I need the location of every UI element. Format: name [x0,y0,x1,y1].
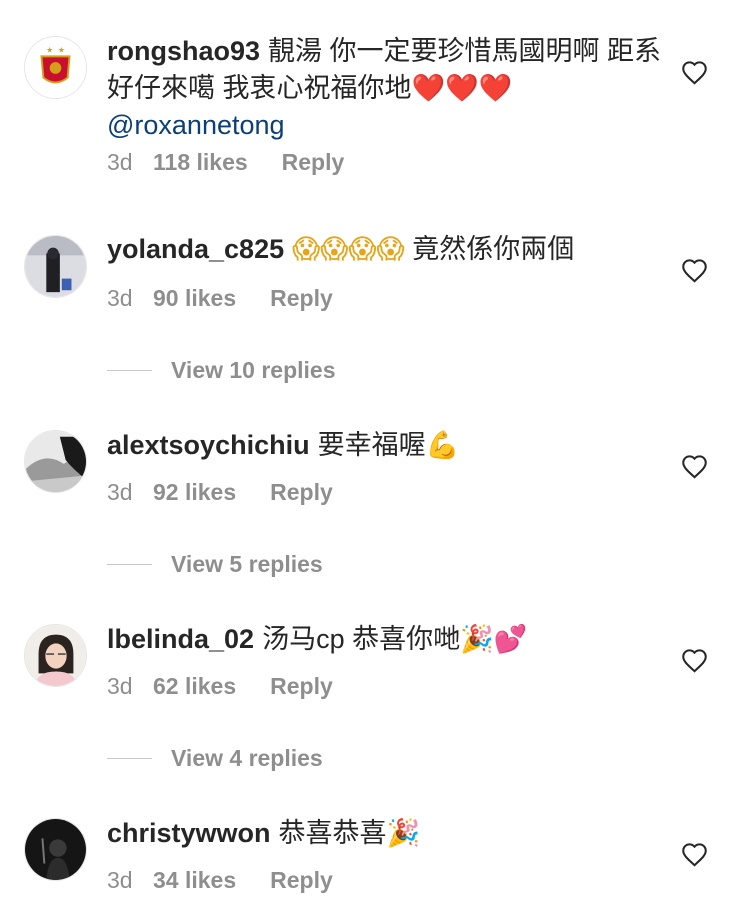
view-replies-button[interactable]: View 5 replies [107,549,323,579]
likes-count[interactable]: 34 likes [153,867,236,894]
likes-count[interactable]: 90 likes [153,285,236,312]
svg-text:★: ★ [58,45,65,54]
timestamp: 3d [107,673,133,699]
timestamp: 3d [107,149,133,175]
comment-meta: 3d 34 likes Reply [107,867,333,894]
view-replies-button[interactable]: View 10 replies [107,355,336,385]
comment-text: lbelinda_02 汤马cp 恭喜你哋🎉💕 [107,621,667,658]
like-heart-icon[interactable] [681,60,708,85]
comment-body: 恭喜恭喜 [278,818,387,848]
comment-meta: 3d 92 likes Reply [107,479,333,506]
username[interactable]: alextsoychichiu [107,430,310,460]
photo-avatar-icon [25,819,86,880]
view-replies-button[interactable]: View 4 replies [107,743,323,773]
likes-count[interactable]: 92 likes [153,479,236,506]
divider-line [107,563,152,565]
svg-text:★: ★ [46,45,53,54]
avatar[interactable] [24,624,87,687]
mention-link[interactable]: @roxannetong [107,110,285,140]
reply-button[interactable]: Reply [270,479,333,506]
timestamp: 3d [107,867,133,893]
like-heart-icon[interactable] [681,842,708,867]
divider-line [107,369,152,371]
username[interactable]: lbelinda_02 [107,624,254,654]
view-replies-label: View 4 replies [171,744,323,771]
username[interactable]: rongshao93 [107,36,260,66]
like-heart-icon[interactable] [681,258,708,283]
timestamp: 3d [107,479,133,505]
username[interactable]: yolanda_c825 [107,234,284,264]
party-popper-emoji-icon: 🎉 [386,818,421,849]
avatar[interactable]: ★ ★ [24,36,87,99]
timestamp: 3d [107,285,133,311]
avatar[interactable] [24,430,87,493]
avatar[interactable] [24,818,87,881]
reply-button[interactable]: Reply [270,867,333,894]
comment-text: rongshao93 靚湯 你一定要珍惜馬國明啊 距系好仔來噶 我衷心祝福你地❤️… [107,33,667,144]
photo-avatar-icon [25,625,86,686]
comment-body: 汤马cp 恭喜你哋 [262,624,461,654]
reply-button[interactable]: Reply [270,673,333,700]
comment-text: yolanda_c825 😱😱😱😱 竟然係你兩個 [107,231,667,268]
like-heart-icon[interactable] [681,648,708,673]
comment-body: 要幸福喔 [317,430,426,460]
likes-count[interactable]: 118 likes [153,149,248,176]
comment-text: alextsoychichiu 要幸福喔💪 [107,427,667,464]
flexed-biceps-emoji-icon: 💪 [425,430,460,461]
heart-emoji-icon: ❤️❤️❤️ [411,73,513,104]
comment-meta: 3d 118 likes Reply [107,149,344,176]
reply-button[interactable]: Reply [270,285,333,312]
party-popper-and-hearts-emoji-icon: 🎉💕 [460,624,528,655]
club-crest-icon: ★ ★ [25,37,86,98]
like-heart-icon[interactable] [681,454,708,479]
comment-meta: 3d 62 likes Reply [107,673,333,700]
likes-count[interactable]: 62 likes [153,673,236,700]
divider-line [107,757,152,759]
photo-avatar-icon [25,236,86,297]
reply-button[interactable]: Reply [282,149,345,176]
photo-avatar-icon [25,431,86,492]
avatar[interactable] [24,235,87,298]
comment-text: christywwon 恭喜恭喜🎉 [107,815,667,852]
view-replies-label: View 10 replies [171,356,336,383]
view-replies-label: View 5 replies [171,550,323,577]
username[interactable]: christywwon [107,818,271,848]
scream-emoji-icon: 😱😱😱😱 [292,234,405,265]
comment-body: 竟然係你兩個 [412,234,575,264]
comment-meta: 3d 90 likes Reply [107,285,333,312]
